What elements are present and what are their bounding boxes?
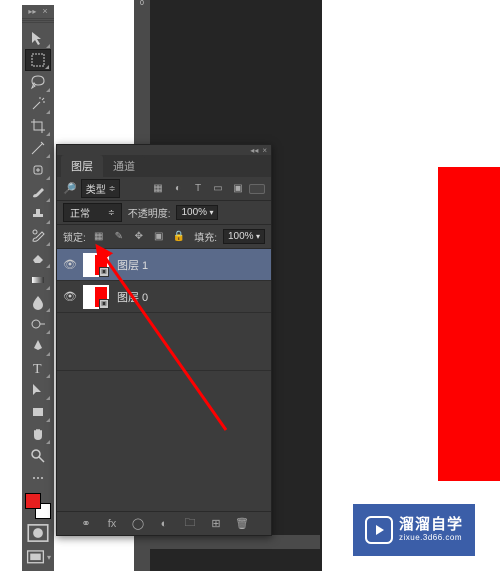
blur-tool[interactable] — [25, 291, 51, 313]
new-layer-icon[interactable]: ⊞ — [209, 517, 223, 530]
badge-url: zixue.3d66.com — [399, 534, 463, 543]
lock-all-icon[interactable]: 🔒 — [172, 230, 186, 244]
marquee-tool[interactable] — [25, 49, 51, 71]
link-icon[interactable]: ⚭ — [79, 517, 93, 530]
layers-panel: ◂◂ × 图层 通道 🔎 类型≑ ▦ ◐ T ▭ ▣ 正常≑ 不透明度: 100… — [56, 144, 272, 536]
path-select-tool[interactable] — [25, 379, 51, 401]
mask-icon[interactable]: ◯ — [131, 517, 145, 530]
tools-panel: ▸▸ × T ▾ — [22, 5, 54, 571]
opacity-label: 不透明度: — [128, 205, 171, 220]
lock-transparent-icon[interactable]: ▦ — [92, 230, 106, 244]
group-icon[interactable]: 🗀 — [183, 514, 197, 533]
screenmode-tool[interactable]: ▾ — [25, 547, 51, 567]
badge-title: 溜溜自学 — [399, 517, 463, 534]
close-icon[interactable]: × — [262, 146, 267, 155]
filter-adjust-icon[interactable]: ◐ — [171, 182, 185, 196]
color-swatches[interactable] — [25, 493, 51, 519]
play-icon — [365, 516, 393, 544]
collapse-icon[interactable]: ▸▸ — [28, 7, 36, 16]
lasso-tool[interactable] — [25, 71, 51, 93]
close-icon[interactable]: × — [42, 6, 47, 16]
filter-type-icon[interactable]: T — [191, 182, 205, 196]
layer-row[interactable]: 👁 ▣ 图层 0 — [57, 281, 271, 313]
history-brush-tool[interactable] — [25, 225, 51, 247]
lock-artboard-icon[interactable]: ▣ — [152, 230, 166, 244]
hand-tool[interactable] — [25, 423, 51, 445]
layer-name[interactable]: 图层 1 — [117, 257, 148, 273]
tab-layers[interactable]: 图层 — [61, 155, 103, 177]
fx-icon[interactable]: fx — [105, 518, 119, 530]
eyedropper-tool[interactable] — [25, 137, 51, 159]
dodge-tool[interactable] — [25, 313, 51, 335]
eraser-tool[interactable] — [25, 247, 51, 269]
shape-tool[interactable] — [25, 401, 51, 423]
stamp-tool[interactable] — [25, 203, 51, 225]
edit-toolbar[interactable] — [25, 467, 51, 489]
smart-object-icon: ▣ — [99, 267, 109, 277]
panel-grip[interactable] — [22, 17, 54, 23]
fill-input[interactable]: 100%▾ — [223, 229, 265, 244]
layers-empty-area[interactable] — [57, 371, 271, 511]
svg-text:T: T — [33, 362, 42, 376]
tab-channels[interactable]: 通道 — [103, 155, 145, 177]
blend-mode-select[interactable]: 正常≑ — [63, 203, 122, 222]
wand-tool[interactable] — [25, 93, 51, 115]
zoom-tool[interactable] — [25, 445, 51, 467]
layer-name[interactable]: 图层 0 — [117, 289, 148, 305]
canvas-red-shape — [438, 167, 500, 481]
fill-label: 填充: — [194, 229, 217, 244]
type-tool[interactable]: T — [25, 357, 51, 379]
healing-tool[interactable] — [25, 159, 51, 181]
lock-row: 锁定: ▦ ✎ ✥ ▣ 🔒 填充: 100%▾ — [57, 225, 271, 249]
layers-footer: ⚭ fx ◯ ◐ 🗀 ⊞ 🗑 — [57, 511, 271, 535]
pen-tool[interactable] — [25, 335, 51, 357]
lock-position-icon[interactable]: ✥ — [132, 230, 146, 244]
opacity-input[interactable]: 100%▾ — [176, 205, 218, 220]
crop-tool[interactable] — [25, 115, 51, 137]
filter-pixel-icon[interactable]: ▦ — [151, 182, 165, 196]
ruler-horizontal — [150, 535, 320, 549]
layer-row[interactable]: 👁 ▣ 图层 1 — [57, 249, 271, 281]
gradient-tool[interactable] — [25, 269, 51, 291]
tools-header: ▸▸ × — [22, 5, 54, 17]
watermark-badge: 溜溜自学 zixue.3d66.com — [353, 504, 475, 556]
collapse-icon[interactable]: ◂◂ — [250, 146, 258, 155]
filter-type-select[interactable]: 类型≑ — [81, 179, 121, 198]
search-icon[interactable]: 🔎 — [63, 182, 77, 195]
ruler-tick: 0 — [134, 0, 150, 16]
filter-shape-icon[interactable]: ▭ — [211, 182, 225, 196]
layer-thumbnail[interactable]: ▣ — [83, 253, 109, 277]
layers-list: 👁 ▣ 图层 1 👁 ▣ 图层 0 — [57, 249, 271, 371]
filter-smart-icon[interactable]: ▣ — [231, 182, 245, 196]
brush-tool[interactable] — [25, 181, 51, 203]
filter-toggle[interactable] — [249, 184, 265, 194]
lock-paint-icon[interactable]: ✎ — [112, 230, 126, 244]
adjustment-icon[interactable]: ◐ — [157, 518, 171, 530]
layer-filter-row: 🔎 类型≑ ▦ ◐ T ▭ ▣ — [57, 177, 271, 201]
lock-icons: ▦ ✎ ✥ ▣ 🔒 — [92, 230, 186, 244]
filter-icons: ▦ ◐ T ▭ ▣ — [151, 182, 245, 196]
delete-icon[interactable]: 🗑 — [235, 517, 249, 530]
smart-object-icon: ▣ — [99, 299, 109, 309]
visibility-icon[interactable]: 👁 — [57, 258, 83, 271]
move-tool[interactable] — [25, 27, 51, 49]
blend-row: 正常≑ 不透明度: 100%▾ — [57, 201, 271, 225]
lock-label: 锁定: — [63, 229, 86, 244]
quickmask-tool[interactable] — [25, 523, 51, 543]
visibility-icon[interactable]: 👁 — [57, 290, 83, 303]
foreground-color[interactable] — [25, 493, 41, 509]
panel-tabs: 图层 通道 — [57, 155, 271, 177]
layers-empty-area[interactable] — [57, 313, 271, 371]
layer-thumbnail[interactable]: ▣ — [83, 285, 109, 309]
panel-controls: ◂◂ × — [57, 145, 271, 155]
